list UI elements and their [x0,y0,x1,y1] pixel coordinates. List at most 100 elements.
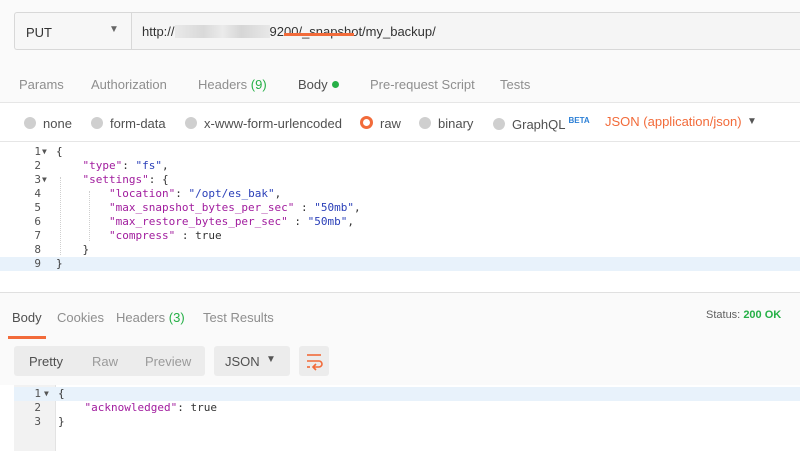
json-string: "50mb" [314,201,355,214]
fold-arrow-icon[interactable]: ▼ [44,387,49,401]
json-punctuation [58,401,85,414]
tab-headers[interactable]: Headers (9) [198,77,267,92]
radio-form-data-label: form-data [110,116,166,131]
json-punctuation: : { [148,173,169,186]
code-line: 3 ▼ "settings": { [0,173,800,187]
code-line: 5 "max_snapshot_bytes_per_sec" : "50mb", [0,201,800,215]
radio-urlencoded[interactable]: x-www-form-urlencoded [185,116,342,131]
code-line: 8 } [0,243,800,257]
chevron-down-icon: ▼ [109,24,119,35]
response-tab-headers[interactable]: Headers (3) [116,310,185,325]
json-string: "fs" [135,159,163,172]
json-punctuation [56,215,109,228]
url-text: http:// 9200/_snapshot/my_backup/ [142,24,436,39]
json-punctuation: , [274,187,282,200]
json-punctuation: : [287,215,308,228]
radio-raw-label: raw [380,116,401,131]
code-line: 7 "compress" : true [0,229,800,243]
response-tab-body[interactable]: Body [12,310,42,325]
status-label: Status: [706,309,741,321]
radio-graphql-circle [493,118,505,130]
response-tab-cookies[interactable]: Cookies [57,310,104,325]
radio-none-label: none [43,116,72,131]
chevron-down-icon[interactable]: ▼ [747,116,757,127]
line-number: 7 [34,229,41,242]
code-text: "acknowledged": true [58,401,217,415]
json-punctuation [56,229,109,242]
fold-arrow-icon[interactable]: ▼ [42,145,47,159]
radio-raw-circle [360,116,373,129]
status-value: 200 OK [743,309,782,321]
json-punctuation [56,159,83,172]
json-punctuation: : [294,201,315,214]
json-punctuation: : true [175,229,222,242]
json-key: "acknowledged" [84,401,178,414]
json-key: "max_snapshot_bytes_per_sec" [108,201,295,214]
code-text: { [58,387,65,401]
json-punctuation: { [58,387,65,400]
tab-params[interactable]: Params [19,77,64,92]
response-tabs: Body Cookies Headers (3) Test Results [0,293,800,339]
line-number: 3 [34,173,41,186]
radio-graphql[interactable]: GraphQL BETA [493,116,590,132]
indent-guide [60,177,61,255]
tab-authorization[interactable]: Authorization [91,77,167,92]
format-dropdown[interactable]: JSON ▼ [214,346,290,376]
fold-arrow-icon[interactable]: ▼ [42,173,47,187]
radio-urlencoded-circle [185,117,197,129]
url-prefix: http:// [142,24,175,39]
json-punctuation: : [122,159,136,172]
json-punctuation: : true [177,401,217,414]
beta-badge: BETA [568,116,590,125]
response-tab-headers-label: Headers [116,310,166,325]
raw-button[interactable]: Raw [92,354,118,369]
code-line: 2 "type": "fs", [0,159,800,173]
preview-button[interactable]: Preview [145,354,191,369]
method-select[interactable]: PUT ▼ [14,12,131,50]
view-mode-segmented: Pretty Raw Preview [14,346,205,376]
radio-none-circle [24,117,36,129]
radio-urlencoded-label: x-www-form-urlencoded [204,116,342,131]
headers-count: (9) [250,77,267,92]
response-code-line: 1 ▼ { [14,387,800,401]
json-punctuation: { [56,145,63,158]
url-input[interactable]: http:// 9200/_snapshot/my_backup/ [131,12,800,50]
json-punctuation: : [175,187,189,200]
tab-tests[interactable]: Tests [500,77,530,92]
line-number: 5 [34,201,41,214]
wrap-lines-icon [307,354,323,371]
url-bar: PUT ▼ http:// 9200/_snapshot/my_backup/ [0,0,800,67]
radio-raw[interactable]: raw [360,116,401,131]
response-toolbar: Pretty Raw Preview JSON ▼ [0,339,800,385]
line-number: 8 [34,243,41,256]
tab-pre-request-script[interactable]: Pre-request Script [370,77,475,92]
json-punctuation [56,187,109,200]
json-punctuation: } [58,415,65,428]
code-text: } [56,257,63,271]
radio-graphql-label: GraphQL [512,117,566,132]
line-number: 1 [34,145,41,158]
radio-form-data[interactable]: form-data [91,116,166,131]
line-number: 2 [34,401,41,414]
code-line: 4 "location": "/opt/es_bak", [0,187,800,201]
json-punctuation: , [347,215,355,228]
code-line: 1 ▼ { [0,145,800,159]
pretty-button[interactable]: Pretty [29,354,63,369]
line-number: 9 [34,257,41,270]
tab-body[interactable]: Body [298,77,339,92]
code-text: "compress" : true [56,229,222,243]
json-punctuation: , [162,159,169,172]
response-status: Status: 200 OK [706,309,781,321]
code-text: "max_restore_bytes_per_sec" : "50mb", [56,215,354,229]
request-body-editor[interactable]: 1 ▼{2 "type": "fs", 3 ▼ "settings": {4 "loc… [0,141,800,293]
content-type-dropdown[interactable]: JSON (application/json) [605,114,742,129]
wrap-lines-button[interactable] [299,346,329,376]
response-tab-test-results[interactable]: Test Results [203,310,274,325]
line-number: 6 [34,215,41,228]
request-tabs: Params Authorization Headers (9) Body Pr… [0,67,800,103]
radio-none[interactable]: none [24,116,72,131]
response-body-viewer[interactable]: 1 ▼{2 "acknowledged": true 3} [0,385,800,451]
radio-binary[interactable]: binary [419,116,473,131]
json-punctuation [56,201,109,214]
code-text: "settings": { [56,173,169,187]
